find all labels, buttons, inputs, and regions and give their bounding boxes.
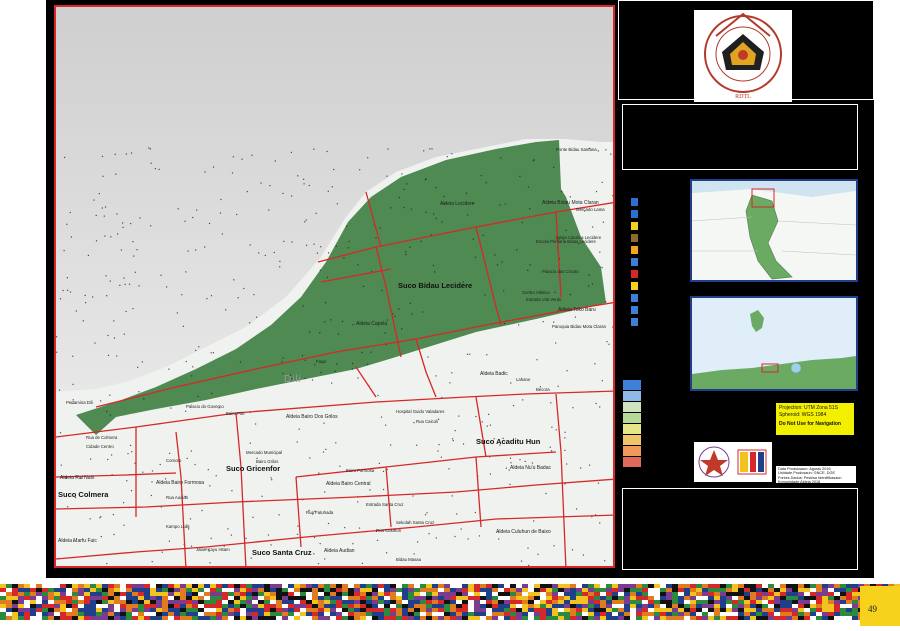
- description-panel: [622, 104, 858, 170]
- inset-map-country[interactable]: [690, 296, 858, 391]
- place-label: Rua Fatuhada: [306, 510, 334, 515]
- place-label: Sekolah Santa Cruz: [396, 520, 435, 525]
- elevation-swatch: [623, 457, 641, 467]
- place-label: Mercado Lama: [576, 207, 605, 212]
- place-label: Becora: [536, 387, 550, 392]
- elevation-swatch: [623, 424, 641, 434]
- aldeia-label: Aldeia Badic: [480, 371, 508, 377]
- aldeia-label: Aldeia Capela: [356, 321, 388, 327]
- place-label: Igreja Catolica Lecidere: [556, 235, 602, 240]
- inset-map-municipality[interactable]: [690, 179, 858, 282]
- school-icon: [631, 222, 638, 230]
- place-label: Hospital Guido Valadares: [396, 409, 445, 414]
- city-label: Dili: [284, 374, 302, 385]
- elevation-swatch: [623, 380, 641, 390]
- water-icon: [631, 210, 638, 218]
- place-label: Estrada Vila Verde: [526, 297, 562, 302]
- shop-icon: [631, 306, 638, 314]
- aldeia-label: Aldeia Audian: [324, 548, 355, 554]
- hospital-icon: [631, 270, 638, 278]
- projection-box: Projection: UTM Zona 51S Spheroid: WGS 1…: [776, 403, 854, 435]
- page-number-tab: 49: [860, 586, 900, 626]
- market-icon: [631, 246, 638, 254]
- aldeia-label: Aldeia Bidau Mota Claran: [542, 200, 599, 206]
- place-label: Jalan Kayu Hitam: [196, 547, 230, 552]
- place-label: Bidau Masau: [396, 557, 422, 562]
- aldeia-label: Aldeia Nu'u Badac: [510, 465, 551, 471]
- monument-icon: [631, 282, 638, 290]
- tais-pattern-footer: [0, 580, 900, 626]
- place-label: Bairo Grilos: [256, 459, 279, 464]
- elevation-swatch: [623, 391, 641, 401]
- place-label: Estrada Santa Cruz: [366, 502, 404, 507]
- elevation-swatch: [623, 435, 641, 445]
- page-number: 49: [868, 604, 877, 614]
- place-label: Bairo Formosa: [346, 468, 375, 473]
- place-label: Farol: [316, 359, 326, 364]
- partner-logos: [694, 442, 772, 482]
- place-label: Cidade Centro: [86, 444, 114, 449]
- place-label: Bairo Pite: [226, 411, 245, 416]
- place-label: Ponte Bidau Santana: [556, 147, 597, 152]
- aldeia-label: Aldeia Bairo Central: [326, 481, 371, 487]
- place-label: Paroquia Bidau Mota Claran: [552, 324, 606, 329]
- suco-label-gricenfor: Suco Gricenfor: [226, 464, 281, 473]
- place-label: Lahane: [516, 377, 531, 382]
- navigation-icon: [631, 198, 638, 206]
- spheroid-text: Spheroid: WGS 1984: [779, 411, 827, 418]
- rdtl-seal-logo: RDTL: [694, 10, 792, 102]
- aldeia-label: Aldeia Toko Baru: [558, 307, 596, 313]
- place-label: Comoro: [166, 458, 182, 463]
- navigation-warning: Do Not Use for Navigation: [779, 421, 841, 427]
- place-label: Rua Audian: [166, 495, 189, 500]
- place-label: Rua Culuhun: [376, 528, 402, 533]
- production-info: Data Produksaun: Agostu 2016 Unidade Pro…: [776, 466, 856, 484]
- place-label: Pertamina Dili: [66, 400, 93, 405]
- map-legend: [623, 180, 653, 480]
- place-label: Rua de Colmera: [86, 435, 118, 440]
- suco-label-colmera: Suco Colmera: [58, 490, 109, 499]
- place-label: Rua Caicoli: [416, 419, 438, 424]
- aldeia-label: Aldeia Rai Nain: [60, 475, 95, 481]
- elevation-swatch: [623, 413, 641, 423]
- place-label: Mercado Municipal: [246, 450, 283, 455]
- production-line: Komunidade Aldeia 2016: [778, 479, 821, 484]
- aldeia-label: Aldeia Culuhun de Baixo: [496, 529, 551, 535]
- seal-initials: RDTL: [735, 94, 751, 100]
- place-label: Centro Atletico: [522, 290, 550, 295]
- computer-icon: [631, 318, 638, 326]
- elevation-swatch: [623, 402, 641, 412]
- church-icon: [631, 234, 638, 242]
- suco-label-acaditu-hun: Suco Acaditu Hun: [476, 437, 541, 446]
- elevation-swatch: [623, 446, 641, 456]
- place-label: Palacio do Governo: [186, 404, 224, 409]
- aldeia-label: Aldeia Bairo Formosa: [156, 480, 205, 486]
- office-icon: [631, 294, 638, 302]
- map-panel[interactable]: Dili Suco Bidau Lecidere Suco Acaditu Hu…: [54, 5, 615, 568]
- aldeia-label: Aldeia Lecidere: [440, 201, 475, 207]
- notes-panel: [622, 488, 858, 570]
- place-label: Palacio das Cinzas: [542, 269, 579, 274]
- aldeia-label: Aldeia Bairo Dos Grilos: [286, 414, 338, 420]
- suco-label-santa-cruz: Suco Santa Cruz: [252, 548, 312, 557]
- aldeia-label: Aldeia Marfu Fuic: [58, 538, 97, 544]
- place-label: Kampo Lulik: [166, 524, 190, 529]
- suco-label-bidau-lecidere: Suco Bidau Lecidere: [398, 281, 473, 290]
- bus-icon: [631, 258, 638, 266]
